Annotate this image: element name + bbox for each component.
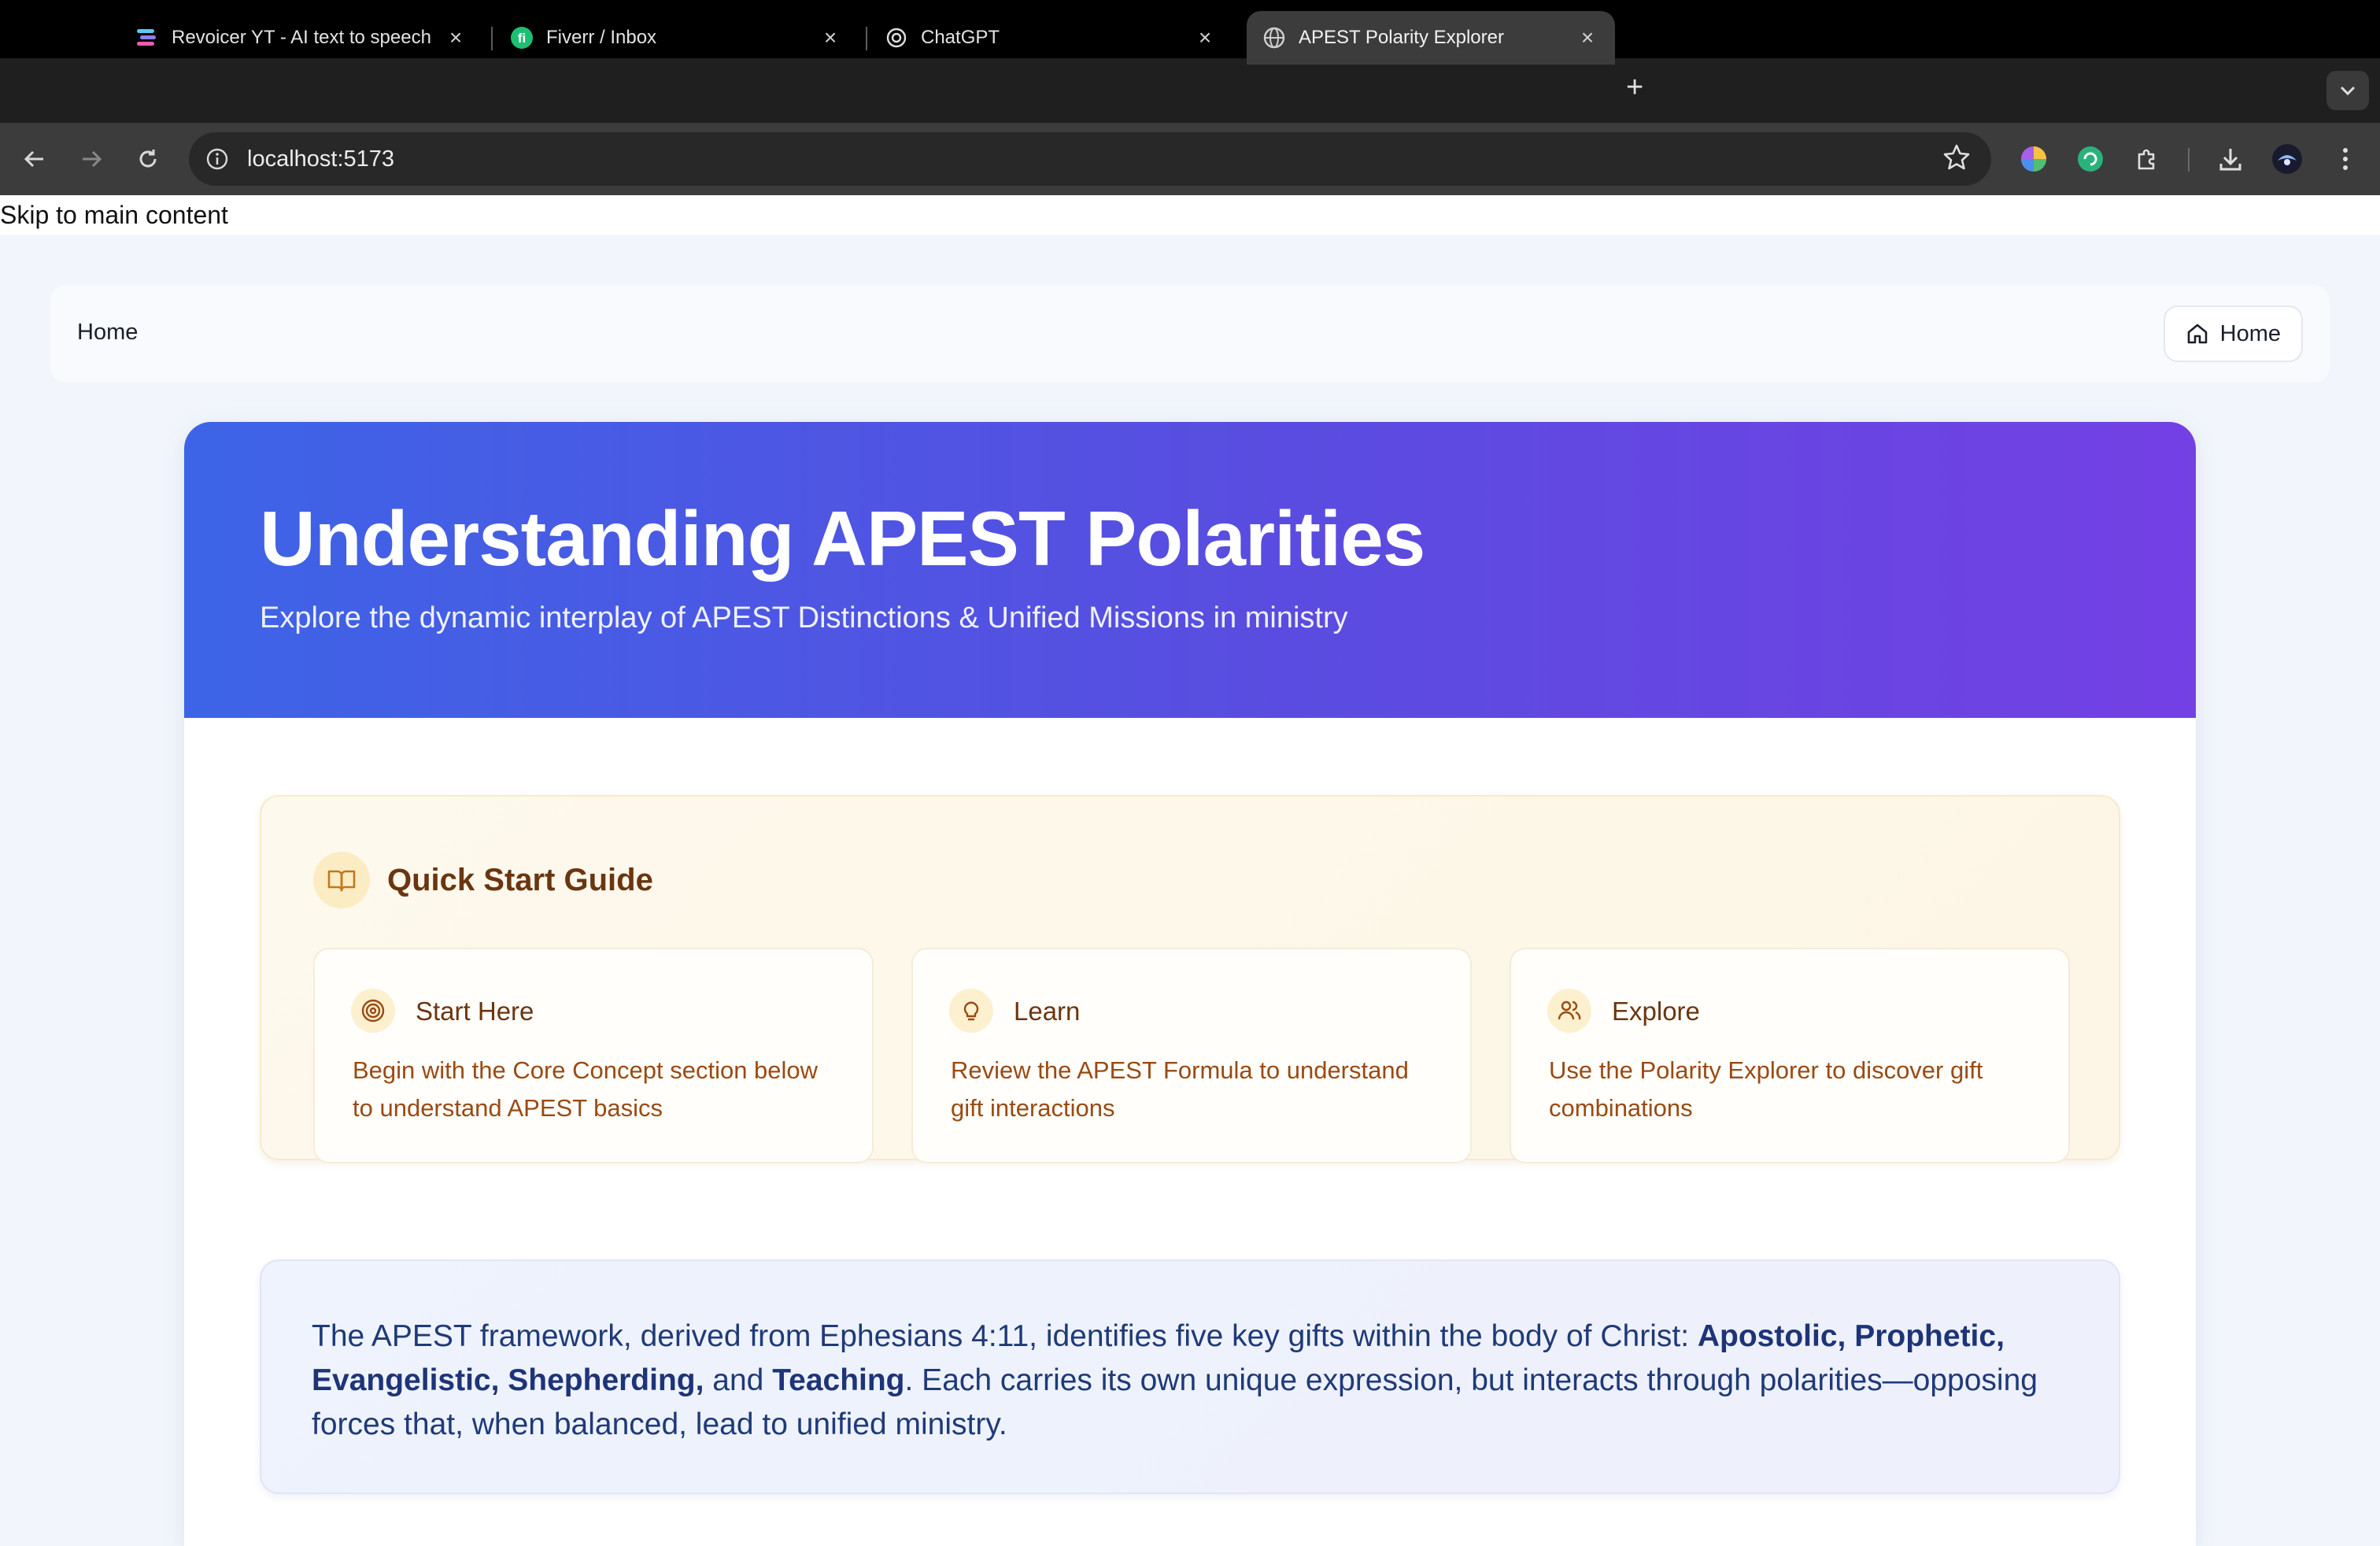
quick-start-card-description: Begin with the Core Concept section belo…	[353, 1056, 819, 1122]
arrow-left-icon	[24, 150, 43, 168]
tab-strip	[0, 58, 2380, 123]
book-open-icon	[313, 852, 370, 908]
quick-start-card-title: Start Here	[416, 997, 534, 1026]
tab-separator	[866, 27, 867, 50]
top-navigation: Home Home	[50, 285, 2330, 383]
apest-intro-callout: The APEST framework, derived from Ephesi…	[260, 1259, 2120, 1494]
home-button-label: Home	[2219, 320, 2281, 346]
home-icon	[2187, 324, 2207, 344]
tab-chatgpt[interactable]: ChatGPT ×	[869, 11, 1232, 65]
profile-avatar[interactable]	[2268, 140, 2306, 178]
new-tab-button[interactable]: +	[1626, 71, 1643, 105]
tab-search-button[interactable]	[2326, 71, 2369, 110]
address-bar[interactable]: localhost:5173	[189, 132, 1991, 186]
tab-title: ChatGPT	[921, 27, 1000, 48]
tab-title: Revoicer YT - AI text to speech	[172, 27, 431, 48]
quick-start-title: Quick Start Guide	[387, 863, 653, 897]
quick-start-card-learn[interactable]: Learn Review the APEST Formula to unders…	[911, 948, 1472, 1163]
more-menu-icon[interactable]	[2326, 140, 2364, 178]
quick-start-card-start-here[interactable]: Start Here Begin with the Core Concept s…	[313, 948, 874, 1163]
quick-start-card-title: Learn	[1014, 997, 1081, 1026]
globe-icon	[1262, 26, 1286, 50]
reload-button[interactable]	[128, 139, 168, 179]
back-button[interactable]	[14, 139, 55, 179]
page-title: Understanding APEST Polarities	[260, 495, 1425, 582]
target-icon	[351, 989, 395, 1033]
tab-revoicer[interactable]: Revoicer YT - AI text to speech ×	[120, 11, 483, 65]
site-info-icon[interactable]	[203, 145, 231, 173]
page-subtitle: Explore the dynamic interplay of APEST D…	[260, 601, 1348, 634]
extensions-puzzle-icon[interactable]	[2128, 140, 2166, 178]
lightbulb-icon	[949, 989, 993, 1033]
skip-to-content-link[interactable]: Skip to main content	[0, 195, 2380, 235]
nav-brand-home[interactable]: Home	[77, 320, 138, 346]
fiverr-icon: fi	[510, 26, 534, 50]
teaching-bold: Teaching	[772, 1363, 905, 1397]
quick-start-card-description: Use the Polarity Explorer to discover gi…	[1549, 1056, 1983, 1122]
tab-apest-active[interactable]: APEST Polarity Explorer ×	[1247, 11, 1615, 65]
users-icon	[1547, 989, 1591, 1033]
chatgpt-icon	[885, 26, 908, 50]
quick-start-card-explore[interactable]: Explore Use the Polarity Explorer to dis…	[1510, 948, 2070, 1163]
close-icon[interactable]: ×	[444, 25, 468, 50]
chevron-down-icon	[2340, 86, 2356, 96]
color-wheel-extension-icon[interactable]	[2015, 140, 2053, 178]
forward-button[interactable]	[71, 139, 112, 179]
tab-title: Fiverr / Inbox	[546, 27, 657, 48]
tab-separator	[491, 27, 493, 50]
home-button[interactable]: Home	[2163, 305, 2303, 362]
svg-text:fi: fi	[518, 31, 526, 46]
close-icon[interactable]: ×	[1576, 25, 1599, 50]
download-icon[interactable]	[2212, 140, 2249, 178]
revoicer-icon	[135, 26, 159, 50]
bookmark-star-icon[interactable]	[1942, 143, 1971, 176]
browser-toolbar: localhost:5173	[0, 123, 2380, 195]
intro-paragraph: The APEST framework, derived from Ephesi…	[312, 1319, 2038, 1441]
reload-icon	[139, 150, 157, 168]
close-icon[interactable]: ×	[1193, 25, 1217, 50]
tab-title: APEST Polarity Explorer	[1299, 27, 1504, 48]
toolbar-separator	[2188, 148, 2190, 172]
grammarly-extension-icon[interactable]	[2071, 140, 2109, 178]
main-card: Understanding APEST Polarities Explore t…	[184, 422, 2196, 1546]
hero-banner: Understanding APEST Polarities Explore t…	[184, 422, 2196, 718]
close-icon[interactable]: ×	[819, 25, 842, 50]
quick-start-card-description: Review the APEST Formula to understand g…	[951, 1056, 1409, 1122]
url-text: localhost:5173	[247, 146, 395, 172]
quick-start-guide: Quick Start Guide Start Here Begin with …	[260, 795, 2120, 1163]
tab-fiverr[interactable]: fi Fiverr / Inbox ×	[494, 11, 858, 65]
arrow-right-icon	[83, 150, 102, 168]
quick-start-card-title: Explore	[1612, 997, 1700, 1026]
